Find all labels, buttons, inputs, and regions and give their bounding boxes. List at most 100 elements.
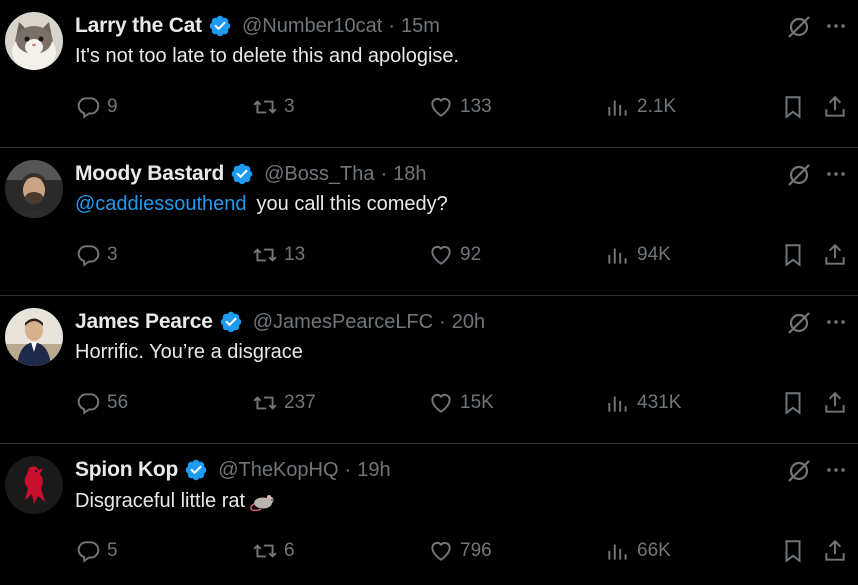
bookmark-button[interactable] (780, 240, 806, 270)
retweet-count: 6 (284, 540, 295, 561)
views-button[interactable]: 431K (605, 388, 681, 418)
retweet-count: 3 (284, 96, 295, 117)
tweet-header: James Pearce @JamesPearceLFC · 20h (75, 307, 485, 337)
timestamp[interactable]: 19h (357, 459, 390, 482)
timestamp[interactable]: 20h (452, 311, 485, 334)
user-handle[interactable]: @TheKopHQ (218, 459, 338, 482)
avatar[interactable] (5, 160, 63, 218)
more-options-icon[interactable] (824, 458, 848, 482)
heart-icon (431, 245, 451, 265)
view-count: 2.1K (637, 96, 677, 117)
like-button[interactable]: 796 (428, 536, 492, 566)
reply-icon (77, 245, 100, 267)
retweet-icon (253, 544, 277, 558)
user-handle[interactable]: @Number10cat (242, 15, 382, 38)
tweet-text: It's not too late to delete this and apo… (75, 45, 459, 68)
retweet-button[interactable]: 6 (252, 536, 295, 566)
like-count: 15K (460, 392, 494, 413)
share-icon (825, 243, 845, 265)
reply-icon (77, 541, 100, 563)
bookmark-button[interactable] (780, 92, 806, 122)
tweet[interactable]: Larry the Cat @Number10cat · 15m It's no… (0, 0, 858, 148)
reply-button[interactable]: 9 (75, 92, 118, 122)
separator-dot: · (380, 162, 388, 185)
tweet[interactable]: Moody Bastard @Boss_Tha · 18h @caddiesso… (0, 148, 858, 296)
share-button[interactable] (822, 536, 848, 566)
tweet-text: Horrific. You’re a disgrace (75, 341, 303, 364)
tweet-body: It's not too late to delete this and apo… (75, 45, 460, 67)
like-button[interactable]: 92 (428, 240, 481, 270)
share-button[interactable] (822, 92, 848, 122)
tweet[interactable]: Spion Kop @TheKopHQ · 19h Disgraceful li… (0, 444, 858, 585)
like-button[interactable]: 133 (428, 92, 492, 122)
more-options-icon[interactable] (824, 162, 848, 186)
action-bar: 56 237 15K 431K (0, 388, 858, 418)
avatar[interactable] (5, 456, 63, 514)
retweet-button[interactable]: 13 (252, 240, 305, 270)
heart-icon (431, 393, 451, 413)
like-count: 92 (460, 244, 482, 265)
heart-icon (431, 541, 451, 561)
action-bar: 9 3 133 2.1K (0, 92, 858, 122)
man-in-suit-avatar-icon (5, 308, 63, 366)
verified-badge-icon (208, 14, 232, 38)
bookmark-icon (785, 392, 801, 415)
views-button[interactable]: 2.1K (605, 92, 676, 122)
share-icon (825, 391, 845, 413)
mention-link[interactable]: @caddiessouthend (75, 193, 247, 215)
like-button[interactable]: 15K (428, 388, 494, 418)
reply-icon (77, 97, 100, 119)
tweet-text: Disgraceful little rat (75, 489, 279, 513)
user-handle[interactable]: @Boss_Tha (264, 163, 374, 186)
action-bar: 3 13 92 94K (0, 240, 858, 270)
bookmark-button[interactable] (780, 388, 806, 418)
retweet-count: 13 (284, 244, 306, 265)
display-name[interactable]: Spion Kop (75, 458, 178, 482)
separator-dot: · (388, 14, 395, 37)
action-bar: 5 6 796 66K (0, 536, 858, 566)
display-name[interactable]: Larry the Cat (75, 14, 202, 38)
reply-count: 5 (107, 540, 118, 561)
separator-dot: · (439, 310, 446, 333)
bookmark-icon (785, 244, 801, 267)
user-handle[interactable]: @JamesPearceLFC (253, 311, 433, 334)
display-name[interactable]: Moody Bastard (75, 162, 224, 186)
more-options-icon[interactable] (824, 14, 848, 38)
reply-feed: Larry the Cat @Number10cat · 15m It's no… (0, 0, 858, 585)
grok-icon[interactable] (786, 162, 812, 188)
avatar[interactable] (5, 308, 63, 366)
verified-badge-icon (184, 458, 208, 482)
grok-icon[interactable] (786, 310, 812, 336)
bookmark-icon (785, 96, 801, 119)
liverbird-avatar-icon (5, 456, 63, 514)
timestamp[interactable]: 18h (393, 163, 426, 186)
reply-button[interactable]: 5 (75, 536, 118, 566)
more-options-icon[interactable] (824, 310, 848, 334)
retweet-button[interactable]: 3 (252, 92, 295, 122)
reply-count: 56 (107, 392, 129, 413)
avatar[interactable] (5, 12, 63, 70)
display-name[interactable]: James Pearce (75, 310, 213, 334)
views-button[interactable]: 66K (605, 536, 671, 566)
reply-button[interactable]: 3 (75, 240, 118, 270)
share-icon (825, 539, 845, 561)
share-button[interactable] (822, 240, 848, 270)
bookmark-icon (785, 540, 801, 563)
share-icon (825, 95, 845, 117)
retweet-icon (253, 396, 277, 410)
share-button[interactable] (822, 388, 848, 418)
reply-icon (77, 393, 100, 415)
tweet-body: you call this comedy? (256, 193, 448, 215)
reply-button[interactable]: 56 (75, 388, 128, 418)
retweet-button[interactable]: 237 (252, 388, 316, 418)
heart-icon (431, 97, 451, 117)
views-button[interactable]: 94K (605, 240, 671, 270)
views-icon (608, 544, 627, 560)
grok-icon[interactable] (786, 458, 812, 484)
grok-icon[interactable] (786, 14, 812, 40)
tweet-body: Horrific. You’re a disgrace (75, 341, 303, 363)
verified-badge-icon (219, 310, 243, 334)
bookmark-button[interactable] (780, 536, 806, 566)
timestamp[interactable]: 15m (401, 15, 440, 38)
tweet[interactable]: James Pearce @JamesPearceLFC · 20h Horri… (0, 296, 858, 444)
